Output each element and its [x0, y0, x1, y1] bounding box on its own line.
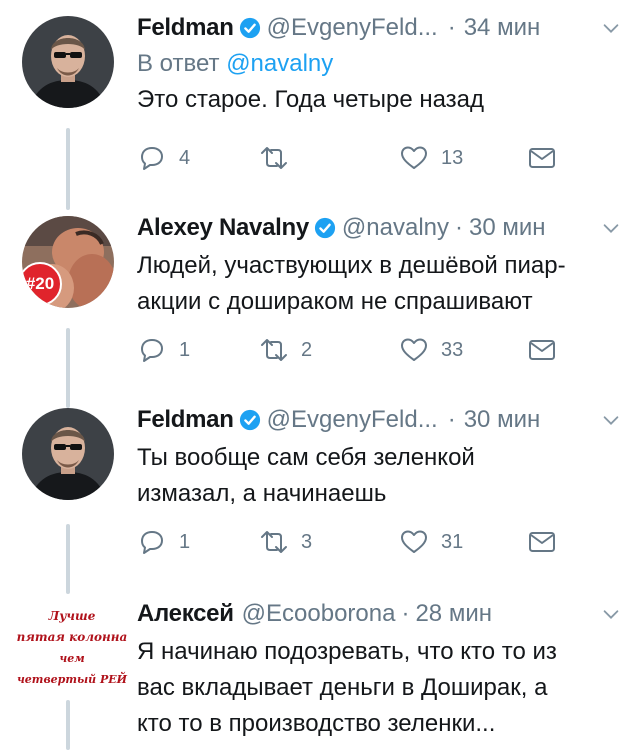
separator-dot: · — [447, 406, 456, 433]
verified-badge-icon — [239, 409, 260, 431]
reply-icon — [141, 339, 163, 362]
avatar-caption-line: четвертый РЕЙ — [16, 673, 128, 686]
reply-count: 4 — [179, 146, 191, 169]
avatar-photo — [22, 408, 114, 500]
tweet-actions: 4 13 — [137, 142, 577, 174]
retweet-icon — [261, 147, 287, 169]
reply-count: 1 — [179, 338, 191, 361]
tweet-header: Feldman @EvgenyFeld... · 30 мин — [137, 402, 622, 438]
display-name[interactable]: Feldman — [137, 14, 234, 42]
tweet[interactable]: Лучше пятая колонна чем четвертый РЕЙ Ал… — [0, 596, 640, 750]
tweet[interactable]: #20 Alexey Navalny @navalny · 30 мин Люд… — [0, 210, 640, 400]
retweet-count: 3 — [301, 530, 313, 553]
user-handle[interactable]: @EvgenyFeld... — [267, 14, 438, 42]
verified-badge-icon — [239, 17, 260, 39]
tweet-text: Я начинаю подозревать, что кто то из вас… — [137, 634, 622, 742]
tweet-text-line: Людей, участвующих в дешёвой пиар- — [137, 252, 566, 279]
avatar-photo — [22, 16, 114, 108]
tweet-text-line: измазал, а начинаешь — [137, 480, 387, 507]
avatar-caption-line: Лучше — [48, 609, 96, 623]
reply-icon — [141, 531, 163, 554]
tweet-header: Feldman @EvgenyFeld... · 34 мин — [137, 10, 622, 46]
like-button[interactable]: 13 — [399, 143, 463, 173]
avatar[interactable] — [22, 408, 114, 500]
tweet-actions: 1 2 33 — [137, 334, 577, 366]
avatar-caption-line: пятая колонна — [16, 630, 128, 644]
like-count: 33 — [441, 338, 464, 361]
reply-count: 1 — [179, 530, 191, 553]
avatar-caption-line: чем — [59, 652, 85, 665]
display-name[interactable]: Алексей — [137, 600, 234, 628]
chevron-down-icon[interactable] — [600, 217, 622, 239]
user-handle[interactable]: @navalny — [342, 214, 449, 242]
retweet-button[interactable]: 2 — [259, 335, 312, 365]
tweet-text: Людей, участвующих в дешёвой пиар- акции… — [137, 248, 622, 320]
reply-button[interactable]: 1 — [137, 527, 190, 557]
retweet-button[interactable] — [259, 143, 301, 173]
display-name[interactable]: Alexey Navalny — [137, 214, 309, 242]
tweet-text-line: вас вкладывает деньги в Доширак, а — [137, 674, 548, 701]
tweet[interactable]: Feldman @EvgenyFeld... · 30 мин Ты вообщ… — [0, 402, 640, 592]
badge-overlay — [22, 262, 62, 306]
tweet-text: Это старое. Года четыре назад — [137, 86, 485, 113]
direct-message-icon — [529, 148, 555, 168]
reply-icon — [141, 147, 163, 170]
chevron-down-icon[interactable] — [600, 603, 622, 625]
tweet-actions: 1 3 31 — [137, 526, 577, 558]
reply-context: В ответ @navalny — [137, 48, 622, 80]
reply-button[interactable]: 1 — [137, 335, 190, 365]
like-icon — [401, 338, 427, 361]
retweet-button[interactable]: 3 — [259, 527, 312, 557]
tweet-text: Ты вообще сам себя зеленкой измазал, а н… — [137, 440, 622, 512]
tweet-header: Алексей @Ecooborona · 28 мин — [137, 596, 622, 632]
direct-message-button[interactable] — [527, 335, 557, 365]
like-count: 31 — [441, 530, 464, 553]
separator-dot: · — [401, 600, 410, 627]
like-button[interactable]: 33 — [399, 335, 463, 365]
tweet-text-line: Я начинаю подозревать, что кто то из — [137, 638, 557, 665]
avatar[interactable] — [22, 16, 114, 108]
direct-message-icon — [529, 340, 555, 360]
tweet-header: Alexey Navalny @navalny · 30 мин — [137, 210, 622, 246]
timestamp[interactable]: 30 мин — [464, 406, 541, 434]
avatar-badge-label: #20 — [25, 274, 55, 293]
direct-message-button[interactable] — [527, 143, 557, 173]
direct-message-button[interactable] — [527, 527, 557, 557]
timestamp[interactable]: 34 мин — [464, 14, 541, 42]
user-handle[interactable]: @Ecooborona — [242, 600, 396, 628]
tweet-text-line: акции с дошираком не спрашивают — [137, 288, 533, 315]
tweet-text-line: Ты вообще сам себя зеленкой — [137, 444, 475, 471]
like-button[interactable]: 31 — [399, 527, 463, 557]
chevron-down-icon[interactable] — [600, 409, 622, 431]
direct-message-icon — [529, 532, 555, 552]
avatar[interactable]: #20 — [22, 216, 114, 308]
chevron-down-icon[interactable] — [600, 17, 622, 39]
retweet-icon — [261, 339, 287, 361]
like-count: 13 — [441, 146, 464, 169]
reply-label: В ответ — [137, 50, 220, 77]
tweet-text-line: кто то в производство зеленки... — [137, 710, 496, 737]
verified-badge-icon — [314, 217, 336, 239]
user-handle[interactable]: @EvgenyFeld... — [267, 406, 438, 434]
timestamp[interactable]: 28 мин — [415, 600, 492, 628]
timestamp[interactable]: 30 мин — [469, 214, 546, 242]
avatar[interactable]: Лучше пятая колонна чем четвертый РЕЙ — [12, 606, 132, 736]
separator-dot: · — [447, 14, 456, 41]
retweet-icon — [261, 531, 287, 553]
display-name[interactable]: Feldman — [137, 406, 234, 434]
reply-button[interactable]: 4 — [137, 143, 190, 173]
retweet-count: 2 — [301, 338, 313, 361]
separator-dot: · — [455, 214, 464, 241]
like-icon — [401, 530, 427, 553]
reply-mention-link[interactable]: @navalny — [226, 50, 333, 77]
tweet[interactable]: Feldman @EvgenyFeld... · 34 мин В ответ … — [0, 10, 640, 200]
like-icon — [401, 146, 427, 169]
